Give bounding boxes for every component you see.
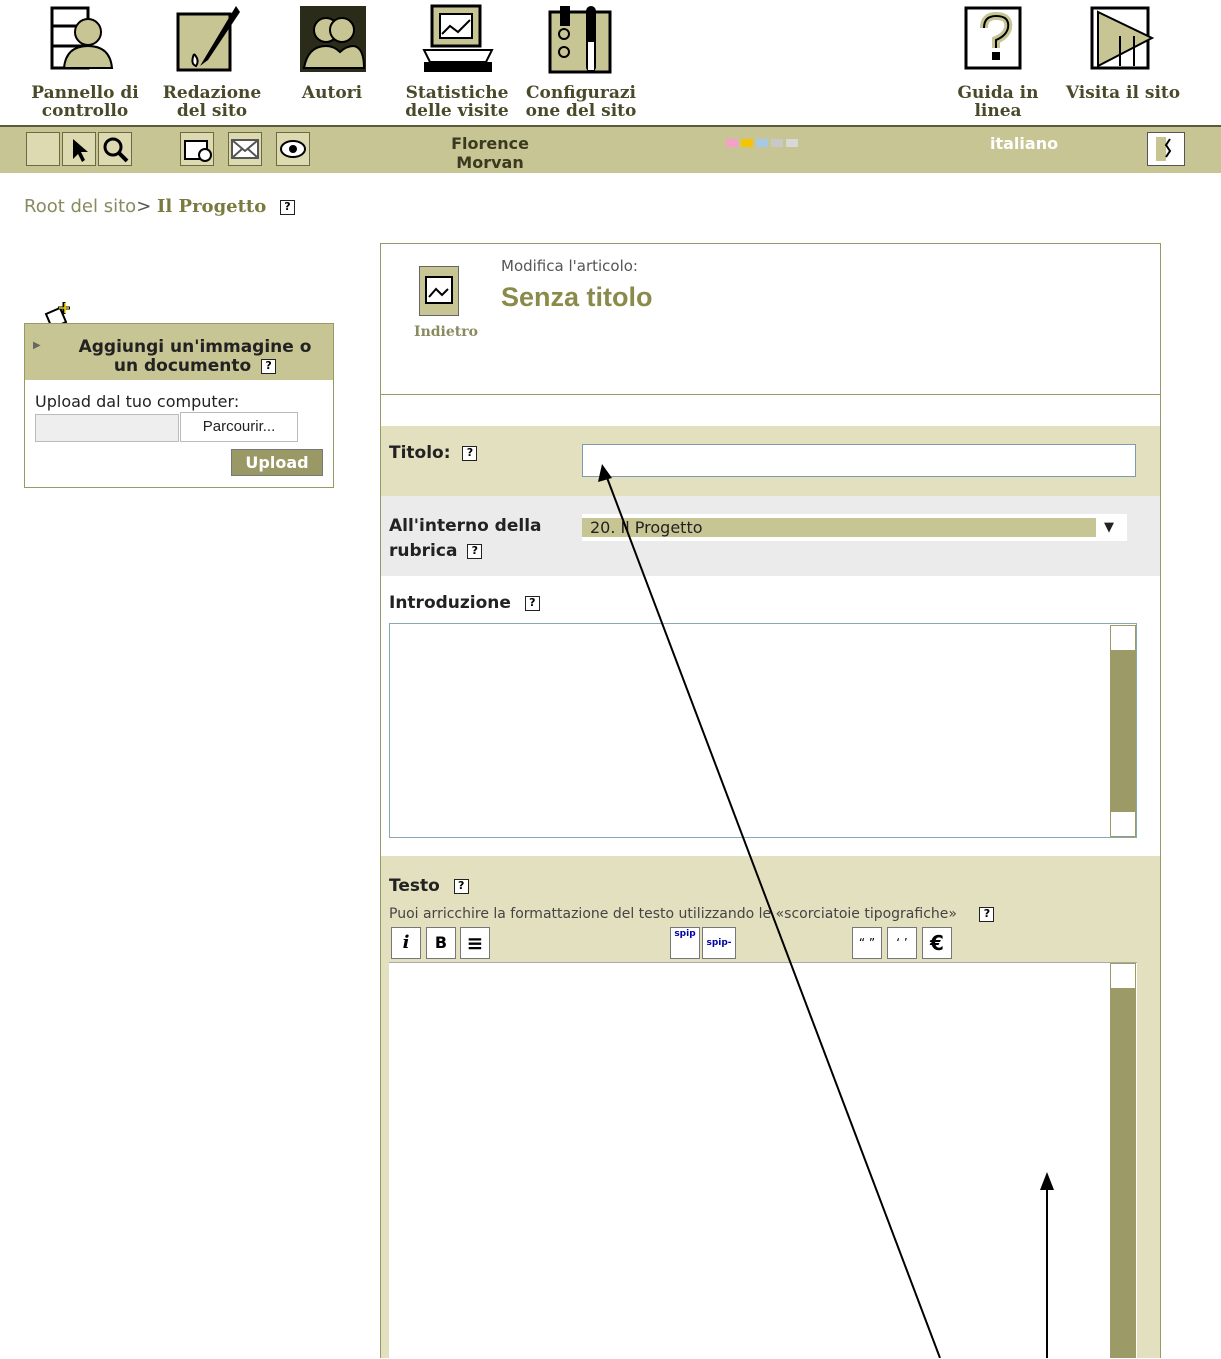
layout-toggle-icon[interactable] <box>1147 132 1185 166</box>
nav-help-label: Guida in linea <box>957 83 1039 121</box>
statistics-icon <box>422 4 494 72</box>
breadcrumb-current[interactable]: Il Progetto <box>157 196 266 217</box>
upload-box: ▶ Aggiungi un'immagine o un documento ? … <box>24 323 334 488</box>
language-selector[interactable]: italiano <box>990 134 1090 153</box>
text-label: Testo ? <box>389 876 469 896</box>
spip-link-icon: spip <box>674 929 696 939</box>
nav-configuration-label: Configurazi one del sito <box>525 83 637 121</box>
help-icon[interactable]: ? <box>453 878 469 894</box>
nav-editing-label: Redazione del sito <box>162 83 262 121</box>
dashboard-icon <box>50 6 114 70</box>
upload-box-title: Aggiungi un'immagine o un documento ? <box>65 338 325 376</box>
intro-textarea[interactable] <box>389 623 1137 838</box>
bold-button[interactable]: B <box>426 927 456 959</box>
help-icon[interactable]: ? <box>979 906 995 922</box>
swatch-pink[interactable] <box>726 139 738 147</box>
upload-box-title-text: Aggiungi un'immagine o un documento <box>78 337 312 376</box>
breadcrumb-root[interactable]: Root del sito <box>24 196 136 217</box>
swatch-yellow[interactable] <box>741 139 753 147</box>
preview-eye-icon[interactable] <box>276 132 310 166</box>
nav-help[interactable]: Guida in linea <box>950 0 1046 125</box>
intro-scrollbar-down[interactable] <box>1110 811 1136 837</box>
text-hint-text: Puoi arricchire la formattazione del tes… <box>389 906 957 922</box>
nav-dashboard[interactable]: Pannello di controllo <box>20 0 150 125</box>
back-label: Indietro <box>414 324 478 340</box>
breadcrumb-separator: > <box>136 196 152 217</box>
text-hint: Puoi arricchire la formattazione del tes… <box>389 906 1149 922</box>
nav-visit-site[interactable]: Visita il sito <box>1058 0 1188 125</box>
swatch-grey[interactable] <box>771 139 783 147</box>
text-label-text: Testo <box>389 876 440 896</box>
align-button[interactable]: ≡ <box>460 927 490 959</box>
title-input[interactable] <box>582 444 1136 477</box>
nav-authors[interactable]: Autori <box>286 0 378 125</box>
nav-dashboard-label: Pannello di controllo <box>31 83 139 121</box>
help-icon[interactable]: ? <box>462 445 478 461</box>
help-icon[interactable]: ? <box>261 358 277 374</box>
nav-statistics[interactable]: Statistiche delle visite <box>398 0 516 125</box>
rubric-label-text: All'interno della rubrica <box>389 516 542 561</box>
search-icon[interactable] <box>98 132 132 166</box>
nav-visit-site-label: Visita il sito <box>1065 83 1181 103</box>
configuration-icon <box>548 6 612 74</box>
back-button[interactable]: Indietro <box>403 266 489 346</box>
nav-editing[interactable]: Redazione del sito <box>152 0 272 125</box>
text-scrollbar[interactable] <box>1110 989 1136 1358</box>
upload-box-header[interactable]: ▶ Aggiungi un'immagine o un documento ? <box>25 324 333 380</box>
intro-label-text: Introduzione <box>389 593 511 613</box>
intro-label: Introduzione ? <box>389 593 540 613</box>
rubric-select[interactable]: 20. Il Progetto ▼ <box>582 514 1127 541</box>
intro-scrollbar[interactable] <box>1110 651 1136 811</box>
chevron-down-icon[interactable]: ▼ <box>1104 520 1114 535</box>
italic-button[interactable]: i <box>391 927 421 959</box>
title-label: Titolo: ? <box>389 443 478 463</box>
nav-statistics-label: Statistiche delle visite <box>405 83 509 121</box>
upload-prompt: Upload dal tuo computer: <box>35 392 240 411</box>
mail-icon[interactable] <box>228 132 262 166</box>
single-quotes-button[interactable]: ‘ ’ <box>887 927 917 959</box>
article-heading-label: Modifica l'articolo: <box>501 257 638 275</box>
nav-authors-label: Autori <box>301 83 363 103</box>
title-label-text: Titolo: <box>389 443 451 463</box>
rubric-select-value: 20. Il Progetto <box>590 518 703 537</box>
browse-button[interactable]: Parcourir... <box>180 412 298 442</box>
visit-site-icon <box>1090 6 1155 70</box>
spip-note-button[interactable]: spip-note <box>702 927 736 978</box>
help-icon[interactable]: ? <box>467 543 483 559</box>
calendar-icon[interactable] <box>180 132 214 166</box>
file-path-input[interactable] <box>35 414 179 442</box>
header-divider <box>381 394 1160 395</box>
collapse-arrow-icon[interactable]: ▶ <box>33 340 41 351</box>
cursor-icon[interactable] <box>62 132 96 166</box>
article-header: Indietro Modifica l'articolo: Senza tito… <box>381 244 1160 394</box>
swatch-blue[interactable] <box>756 139 768 147</box>
help-icon[interactable]: ? <box>524 595 540 611</box>
authors-icon <box>300 6 366 72</box>
intro-scrollbar-up[interactable] <box>1110 625 1136 651</box>
nav-configuration[interactable]: Configurazi one del sito <box>518 0 644 125</box>
article-title: Senza titolo <box>501 282 653 312</box>
swatch-lightgrey[interactable] <box>786 139 798 147</box>
help-icon <box>964 6 1022 70</box>
upload-button[interactable]: Upload <box>231 449 323 476</box>
user-name[interactable]: Florence Morvan <box>430 134 550 172</box>
site-tree-icon[interactable] <box>26 132 60 166</box>
help-icon[interactable]: ? <box>279 199 295 215</box>
color-swatches[interactable] <box>726 139 801 147</box>
breadcrumb: Root del sito> Il Progetto ? <box>24 196 295 224</box>
text-scrollbar-up[interactable] <box>1110 963 1136 989</box>
double-quotes-button[interactable]: “ ” <box>852 927 882 959</box>
rubric-label: All'interno della rubrica ? <box>389 514 569 564</box>
article-icon <box>419 266 459 316</box>
text-textarea[interactable] <box>389 962 1137 1359</box>
pen-icon <box>176 6 240 72</box>
euro-button[interactable]: € <box>922 927 952 959</box>
spip-link-button[interactable]: spip <box>670 927 700 959</box>
